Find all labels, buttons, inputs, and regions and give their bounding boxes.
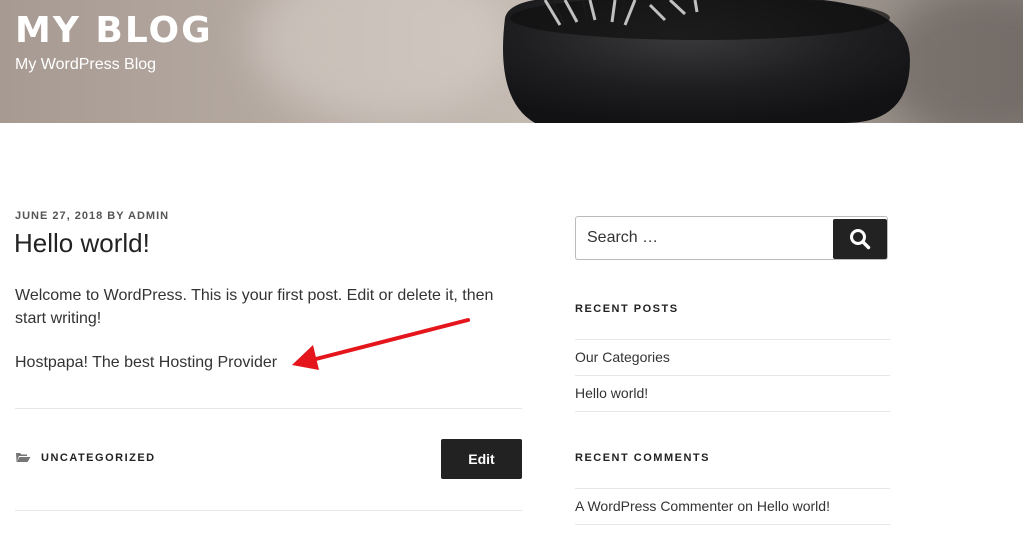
folder-icon	[16, 453, 31, 462]
search-input[interactable]	[576, 217, 826, 259]
divider	[575, 339, 890, 340]
search-button[interactable]	[833, 219, 887, 259]
recent-post-link[interactable]: Hello world!	[575, 385, 648, 401]
post-title[interactable]: Hello world!	[14, 228, 150, 259]
recent-posts-title: RECENT POSTS	[575, 303, 679, 315]
search-icon	[850, 229, 871, 250]
recent-comments-title: RECENT COMMENTS	[575, 452, 710, 464]
site-title[interactable]: MY BLOG	[15, 10, 213, 51]
comment-author-link[interactable]: A WordPress Commenter	[575, 498, 733, 514]
post-divider	[15, 408, 522, 409]
site-header: MY BLOG My WordPress Blog	[0, 0, 1023, 123]
divider	[575, 411, 890, 412]
divider	[575, 524, 890, 525]
category-link[interactable]: UNCATEGORIZED	[41, 452, 156, 464]
search-form	[575, 216, 888, 260]
recent-comment-item: A WordPress Commenter on Hello world!	[575, 498, 830, 514]
recent-post-link[interactable]: Our Categories	[575, 349, 670, 365]
divider	[575, 488, 890, 489]
divider	[575, 375, 890, 376]
post-by: BY	[107, 210, 125, 222]
post-date[interactable]: JUNE 27, 2018	[15, 210, 103, 222]
post-author[interactable]: ADMIN	[128, 210, 169, 222]
post-paragraph: Hostpapa! The best Hosting Provider	[15, 354, 278, 371]
edit-button[interactable]: Edit	[441, 439, 522, 479]
post-footer-divider	[15, 510, 522, 511]
comment-on-text: on	[737, 498, 753, 514]
post-paragraph: Welcome to WordPress. This is your first…	[15, 287, 494, 327]
site-description: My WordPress Blog	[15, 56, 157, 73]
header-image-plant-pot	[503, 0, 910, 123]
post-meta: JUNE 27, 2018 BY ADMIN	[15, 210, 169, 222]
comment-post-link[interactable]: Hello world!	[757, 498, 830, 514]
